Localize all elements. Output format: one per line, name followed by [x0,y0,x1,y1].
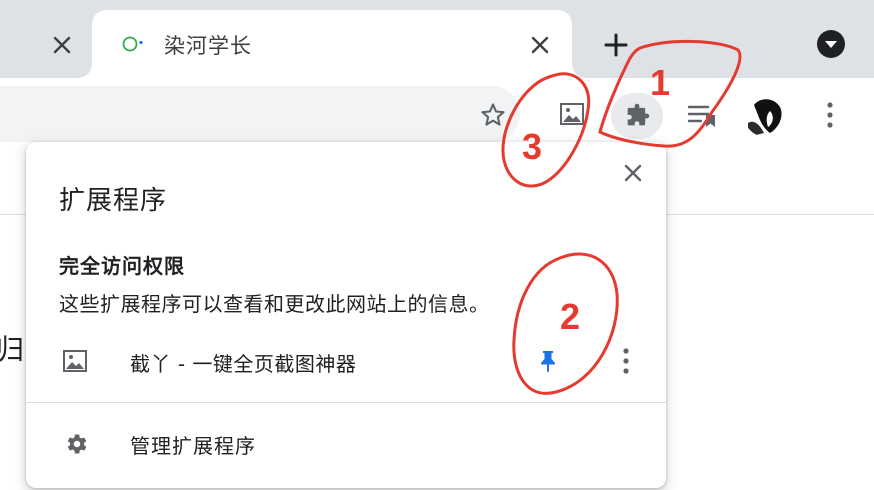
plus-icon [604,33,628,57]
annotation-label-1: 1 [650,62,671,103]
extensions-menu-divider [26,402,666,403]
browser-menu-button[interactable] [812,96,848,134]
extensions-menu-close-button[interactable] [616,156,650,190]
avatar-image [744,93,788,137]
manage-extensions-label: 管理扩展程序 [130,434,256,458]
manage-extensions-item[interactable]: 管理扩展程序 [26,414,666,472]
page-partial-text: 归 [0,333,25,366]
bookmark-star-button[interactable] [476,98,510,132]
extensions-menu-title: 扩展程序 [59,186,168,216]
image-icon [560,103,584,125]
tab-search-button[interactable] [814,27,848,61]
address-bar[interactable] [0,86,520,142]
pin-icon [541,351,555,373]
pinned-extension-button[interactable] [554,96,590,132]
tab-title: 染河学长 [164,34,252,58]
star-icon [481,103,505,126]
annotation-label-3: 3 [522,126,543,167]
profile-avatar[interactable] [744,93,788,137]
tab-favicon-icon [122,36,143,52]
tab-close-button[interactable] [522,27,558,63]
annotation-label-2: 2 [560,296,581,337]
more-vert-icon [623,348,629,374]
full-access-description: 这些扩展程序可以查看和更改此网站上的信息。 [59,292,490,316]
extension-row[interactable]: 截丫 - 一键全页截图神器 [26,334,666,388]
puzzle-icon [627,103,650,126]
extension-icon [60,346,90,376]
more-vert-icon [827,102,833,128]
browser-toolbar [0,78,874,152]
previous-tab-close-button[interactable] [44,27,80,63]
gear-icon [62,430,90,458]
close-icon [624,164,642,182]
active-tab[interactable]: 染河学长 [92,10,572,78]
chevron-down-icon [817,30,845,58]
reading-list-button[interactable] [683,96,721,134]
close-icon [53,36,71,54]
extension-name: 截丫 - 一键全页截图神器 [130,352,357,376]
full-access-heading: 完全访问权限 [59,254,185,278]
extension-pin-button[interactable] [531,344,565,378]
tab-strip: 染河学长 [0,0,874,78]
extension-more-button[interactable] [610,342,642,380]
reading-list-icon [687,105,715,127]
image-icon [63,350,87,372]
close-icon [531,36,549,54]
new-tab-button[interactable] [598,27,634,63]
